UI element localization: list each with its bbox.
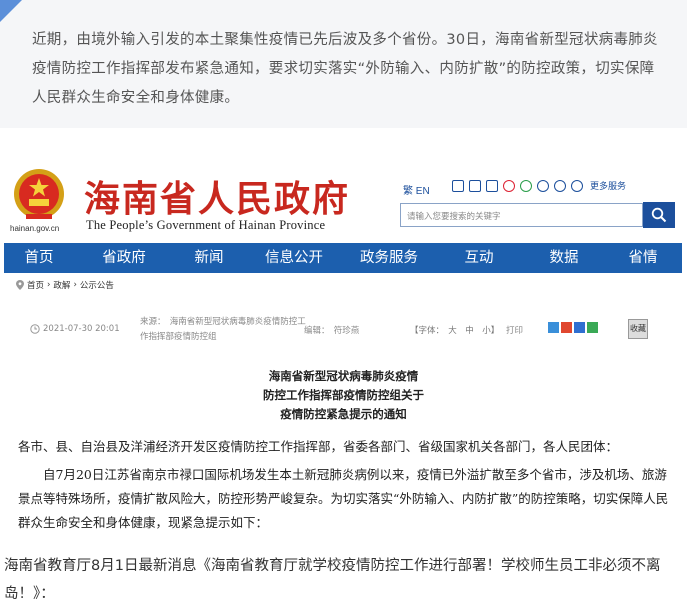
weibo-icon[interactable] xyxy=(503,179,515,192)
nav-item-government[interactable]: 省政府 xyxy=(74,243,174,273)
intro-quote-block: 近期，由境外输入引发的本土聚集性疫情已先后波及多个省份。30日，海南省新型冠状病… xyxy=(0,0,687,128)
article-date: 2021-07-30 20:01 xyxy=(30,324,120,334)
share-wechat-icon[interactable] xyxy=(587,322,598,333)
search-icon xyxy=(651,207,667,223)
more-services-link[interactable]: 更多服务 xyxy=(590,179,626,192)
breadcrumb-policy[interactable]: 政解 xyxy=(53,279,70,291)
breadcrumb-separator: › xyxy=(73,280,77,290)
site-domain: hainan.gov.cn xyxy=(10,224,60,233)
intro-text: 近期，由境外输入引发的本土聚集性疫情已先后波及多个省份。30日，海南省新型冠状病… xyxy=(32,32,658,106)
people-icon[interactable] xyxy=(537,179,549,192)
main-nav: 首页 省政府 新闻 信息公开 政务服务 互动 数据 省情 xyxy=(4,243,682,273)
share-qzone-icon[interactable] xyxy=(548,322,559,333)
nav-item-data[interactable]: 数据 xyxy=(524,243,604,273)
share-renren-icon[interactable] xyxy=(574,322,585,333)
notice-addressee: 各市、县、自治县及洋浦经济开发区疫情防控工作指挥部，省委各部门、省级国家机关各部… xyxy=(18,439,619,454)
quote-corner-decoration xyxy=(0,0,22,22)
notice-title-line: 海南省新型冠状病毒肺炎疫情 xyxy=(268,369,419,383)
nav-item-province-info[interactable]: 省情 xyxy=(604,243,682,273)
language-switch[interactable]: 繁 EN xyxy=(403,182,430,197)
nav-item-services[interactable]: 政务服务 xyxy=(344,243,434,273)
notice-title-line: 疫情防控紧急提示的通知 xyxy=(280,407,407,421)
location-pin-icon xyxy=(16,280,24,290)
tablet-icon[interactable] xyxy=(486,179,498,192)
share-icons xyxy=(548,322,598,333)
nav-item-interaction[interactable]: 互动 xyxy=(434,243,524,273)
nav-item-info-disclosure[interactable]: 信息公开 xyxy=(244,243,344,273)
breadcrumb-home[interactable]: 首页 xyxy=(27,279,44,291)
wechat-icon[interactable] xyxy=(520,179,532,192)
breadcrumb-announcements[interactable]: 公示公告 xyxy=(80,279,114,291)
search-input[interactable]: 请输入您要搜索的关键字 xyxy=(400,203,643,227)
notice-paragraph: 自7月20日江苏省南京市禄口国际机场发生本土新冠肺炎病例以来，疫情已外溢扩散至多… xyxy=(18,467,669,530)
clock-icon xyxy=(30,324,40,334)
gov-site-screenshot: hainan.gov.cn 海南省人民政府 The People’s Gover… xyxy=(0,160,687,530)
site-header: hainan.gov.cn 海南省人民政府 The People’s Gover… xyxy=(0,160,687,242)
notice-title: 海南省新型冠状病毒肺炎疫情 防控工作指挥部疫情防控组关于 疫情防控紧急提示的通知 xyxy=(0,367,687,424)
nav-item-news[interactable]: 新闻 xyxy=(174,243,244,273)
accessibility-icon[interactable] xyxy=(554,179,566,192)
mail-icon[interactable] xyxy=(452,179,464,192)
nav-item-home[interactable]: 首页 xyxy=(4,243,74,273)
font-size-selector[interactable]: 【字体： 大 中 小】 xyxy=(410,324,499,336)
article-source: 来源： 海南省新型冠状病毒肺炎疫情防控工作指挥部疫情防控组 xyxy=(140,317,306,342)
article-editor: 编辑： 符珍燕 xyxy=(304,326,360,336)
breadcrumb: 首页 › 政解 › 公示公告 xyxy=(16,279,114,291)
service-icons: 更多服务 xyxy=(452,179,626,192)
print-link[interactable]: 打印 xyxy=(506,324,523,336)
national-emblem-icon xyxy=(14,169,64,219)
share-weibo-icon[interactable] xyxy=(561,322,572,333)
breadcrumb-separator: › xyxy=(47,280,51,290)
site-title[interactable]: 海南省人民政府 xyxy=(84,170,350,222)
mobile-icon[interactable] xyxy=(469,179,481,192)
article-date-text: 2021-07-30 20:01 xyxy=(43,324,120,334)
favorite-button[interactable]: 收藏 xyxy=(628,319,648,339)
article-meta: 2021-07-30 20:01 来源： 海南省新型冠状病毒肺炎疫情防控工作指挥… xyxy=(30,312,670,348)
notice-title-line: 防控工作指挥部疫情防控组关于 xyxy=(263,388,424,402)
night-mode-icon[interactable] xyxy=(571,179,583,192)
search-button[interactable] xyxy=(643,202,675,228)
bottom-text: 海南省教育厅8月1日最新消息《海南省教育厅就学校疫情防控工作进行部署！学校师生员… xyxy=(4,558,661,602)
site-subtitle: The People’s Government of Hainan Provin… xyxy=(86,218,326,232)
